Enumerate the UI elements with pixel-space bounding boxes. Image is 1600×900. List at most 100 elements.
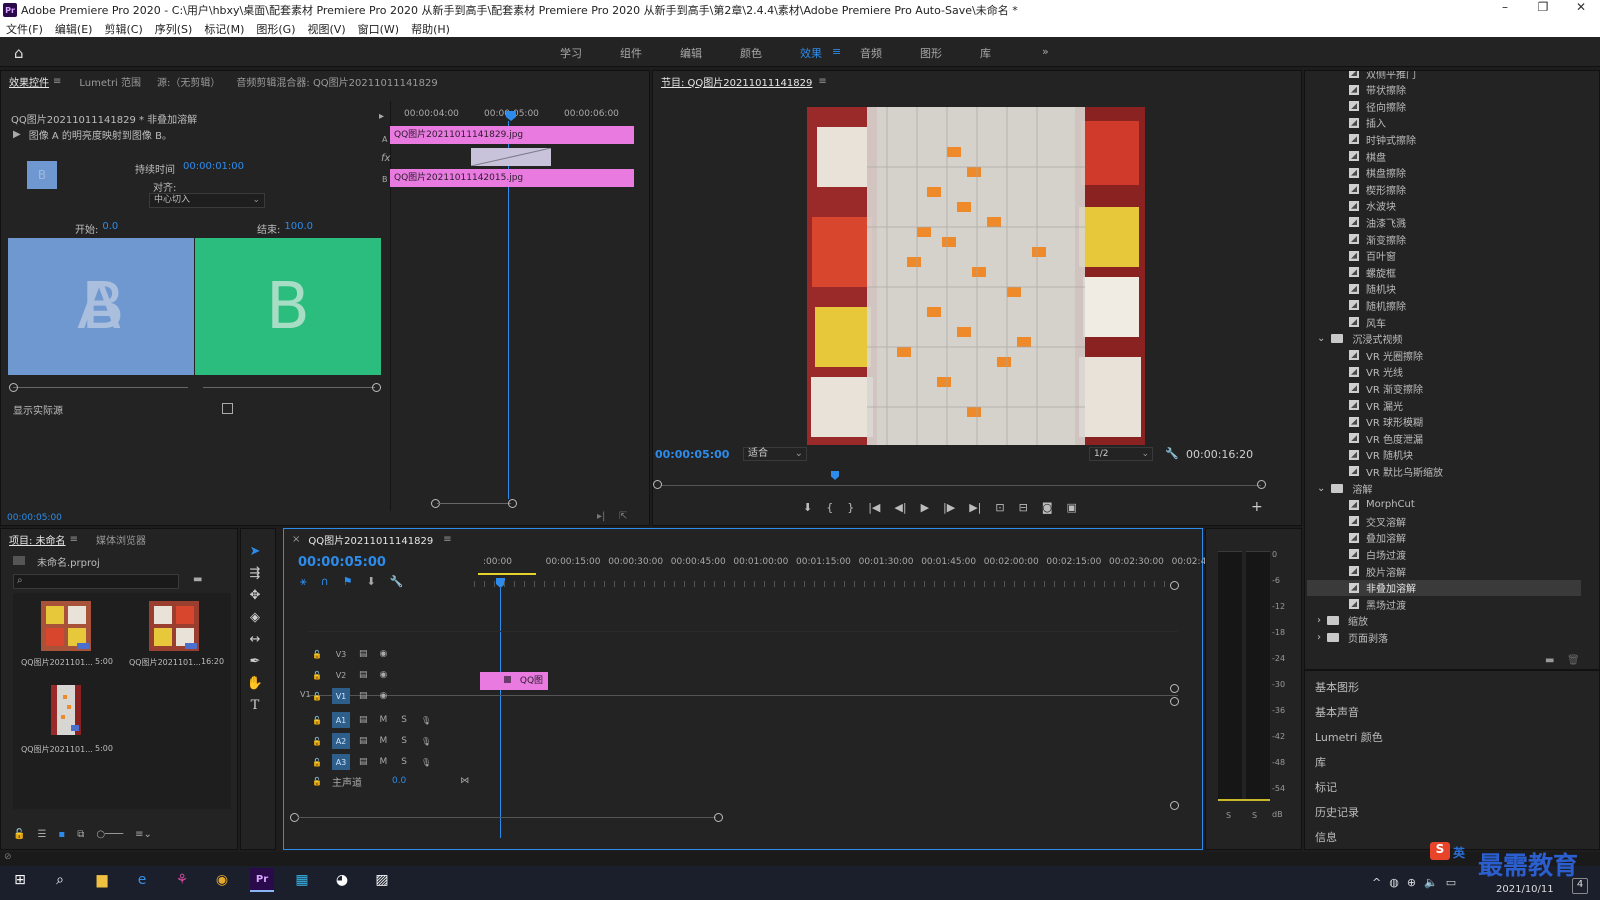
ime-language[interactable]: 英 [1453, 844, 1465, 861]
close-timeline-button[interactable]: × [292, 534, 300, 545]
list-view-icon[interactable]: ☰ [37, 829, 46, 840]
panel-menu-icon[interactable]: ≡ [818, 76, 826, 87]
effect-item[interactable]: 黑场过渡 [1349, 596, 1406, 612]
mark-in-icon[interactable]: { [826, 501, 833, 514]
menu-sequence[interactable]: 序列(S) [155, 21, 193, 37]
toggle-output-eye-icon[interactable]: ◉ [379, 670, 387, 680]
windows-start-icon[interactable]: ⊞ [8, 868, 32, 892]
play-transition-icon[interactable]: ▶ [13, 129, 21, 140]
minimize-button[interactable]: – [1486, 0, 1524, 14]
expand-arrow-icon[interactable]: ▸ [379, 111, 384, 122]
zoom-slider[interactable]: ○─── [96, 829, 123, 840]
hand-tool-icon[interactable]: ✋ [246, 676, 264, 694]
effect-item[interactable]: 交叉溶解 [1349, 513, 1406, 529]
workspace-learn[interactable]: 学习 [560, 45, 582, 61]
new-bin-icon[interactable]: ▬ [193, 574, 202, 585]
chevron-right-icon[interactable]: › [1317, 615, 1321, 626]
nest-icon[interactable]: ⚹ [300, 575, 307, 589]
effect-item[interactable]: 非叠加溶解 [1307, 579, 1581, 596]
sync-lock-icon[interactable]: ▤ [359, 757, 368, 767]
selection-tool-icon[interactable]: ➤ [246, 544, 264, 562]
tab-lumetri-scopes[interactable]: Lumetri 范围 [79, 74, 141, 89]
program-zoom-handle-left[interactable] [653, 480, 662, 489]
menu-clip[interactable]: 剪辑(C) [104, 21, 142, 37]
sort-icon[interactable]: ≡⌄ [135, 829, 152, 840]
slip-tool-icon[interactable]: ↔ [246, 632, 264, 650]
go-to-in-icon[interactable]: |◀ [868, 501, 880, 514]
export-icon[interactable]: ⇱ [619, 511, 627, 522]
mute-track-button[interactable]: M [379, 736, 387, 746]
razor-tool-icon[interactable]: ◈ [246, 610, 264, 628]
effect-item[interactable]: 胶片溶解 [1349, 563, 1406, 579]
linked-selection-icon[interactable]: ⚑ [343, 575, 353, 589]
step-forward-icon[interactable]: |▶ [943, 501, 955, 514]
restore-button[interactable]: ❐ [1524, 0, 1562, 14]
chevron-down-icon[interactable]: ⌄ [1317, 483, 1325, 494]
sync-lock-icon[interactable]: ▤ [359, 670, 368, 680]
lock-icon[interactable]: 🔓 [13, 829, 25, 840]
source-patch-v1[interactable]: V1 [300, 690, 311, 699]
master-volume-value[interactable]: 0.0 [392, 776, 406, 786]
button-editor-plus-icon[interactable]: + [1251, 499, 1263, 515]
project-thumb-3[interactable] [51, 685, 81, 735]
chevron-right-icon[interactable]: › [1317, 632, 1321, 643]
timeline-sequence-tab[interactable]: QQ图片20211011141829 [308, 532, 433, 547]
workspace-assembly[interactable]: 组件 [620, 45, 642, 61]
effect-item[interactable]: 水波块 [1349, 198, 1396, 214]
effect-item[interactable]: VR 随机块 [1349, 447, 1413, 463]
voice-over-record-icon[interactable]: 🎙 [421, 716, 431, 725]
audio-scroll-handle-bottom[interactable] [1170, 801, 1179, 810]
mute-track-button[interactable]: M [379, 757, 387, 767]
video-scroll-handle-top[interactable] [1170, 581, 1179, 590]
audio-scroll-handle-top[interactable] [1170, 697, 1179, 706]
pen-tool-icon[interactable]: ✒ [246, 654, 264, 672]
track-label[interactable]: V2 [332, 667, 350, 683]
network-icon[interactable]: ⊕ [1407, 876, 1416, 889]
mute-track-button[interactable]: M [379, 715, 387, 725]
tab-media-browser[interactable]: 媒体浏览器 [96, 532, 146, 547]
lock-track-icon[interactable]: 🔓 [312, 737, 322, 746]
start-slider-handle[interactable] [9, 383, 18, 392]
track-label[interactable]: A1 [331, 712, 350, 728]
play-icon[interactable]: ▶ [921, 501, 929, 514]
track-label[interactable]: A2 [331, 733, 350, 749]
go-to-out-icon[interactable]: ▶| [969, 501, 981, 514]
snap-icon[interactable]: ∩ [321, 575, 329, 589]
track-label[interactable]: V1 [331, 688, 350, 704]
lift-icon[interactable]: ⊡ [995, 501, 1004, 514]
effect-folder[interactable]: ⌄ 溶解 [1317, 480, 1372, 496]
workspace-editing[interactable]: 编辑 [680, 45, 702, 61]
effect-item[interactable]: 棋盘 [1349, 148, 1386, 164]
camera-icon[interactable]: ◙ [1042, 501, 1053, 514]
track-label[interactable]: A3 [331, 754, 350, 770]
effect-item[interactable]: 风车 [1349, 314, 1386, 330]
menu-view[interactable]: 视图(V) [308, 21, 346, 37]
keyboard-icon[interactable]: ▭ [1446, 876, 1456, 889]
effect-item[interactable]: MorphCut [1349, 497, 1415, 513]
toggle-output-eye-icon[interactable]: ◉ [379, 691, 387, 701]
lock-track-icon[interactable]: 🔓 [312, 716, 322, 725]
sync-lock-icon[interactable]: ▤ [359, 691, 368, 701]
timeline-zoom-handle-right[interactable] [714, 813, 723, 822]
clip-b[interactable]: QQ图片20211011142015.jpg [390, 169, 634, 187]
solo-track-button[interactable]: S [401, 736, 407, 746]
new-bin-icon[interactable]: ▬ [1545, 655, 1554, 666]
effect-item[interactable]: 渐变擦除 [1349, 231, 1406, 247]
work-area-bar[interactable] [478, 573, 536, 575]
workspace-color[interactable]: 颜色 [740, 45, 762, 61]
alignment-dropdown[interactable]: 中心切入 ⌄ [149, 193, 265, 208]
icon-view-icon[interactable]: ▪ [58, 829, 65, 840]
program-playhead-handle[interactable] [831, 471, 839, 480]
ec-zoom-bar[interactable] [437, 503, 511, 504]
effect-item[interactable]: 油漆飞溅 [1349, 214, 1406, 230]
markers-tab[interactable]: 标记 [1315, 779, 1337, 795]
sync-lock-icon[interactable]: ▤ [359, 736, 368, 746]
solo-track-button[interactable]: S [401, 757, 407, 767]
ec-zoom-handle-right[interactable] [508, 499, 517, 508]
sogou-ime-icon[interactable]: S [1430, 842, 1450, 860]
chevron-down-icon[interactable]: ⌄ [1317, 333, 1325, 344]
effect-item[interactable]: 螺旋框 [1349, 264, 1396, 280]
workspace-audio[interactable]: 音频 [860, 45, 882, 61]
store-icon[interactable]: ▦ [290, 868, 314, 892]
track-select-tool-icon[interactable]: ⇶ [246, 566, 264, 584]
